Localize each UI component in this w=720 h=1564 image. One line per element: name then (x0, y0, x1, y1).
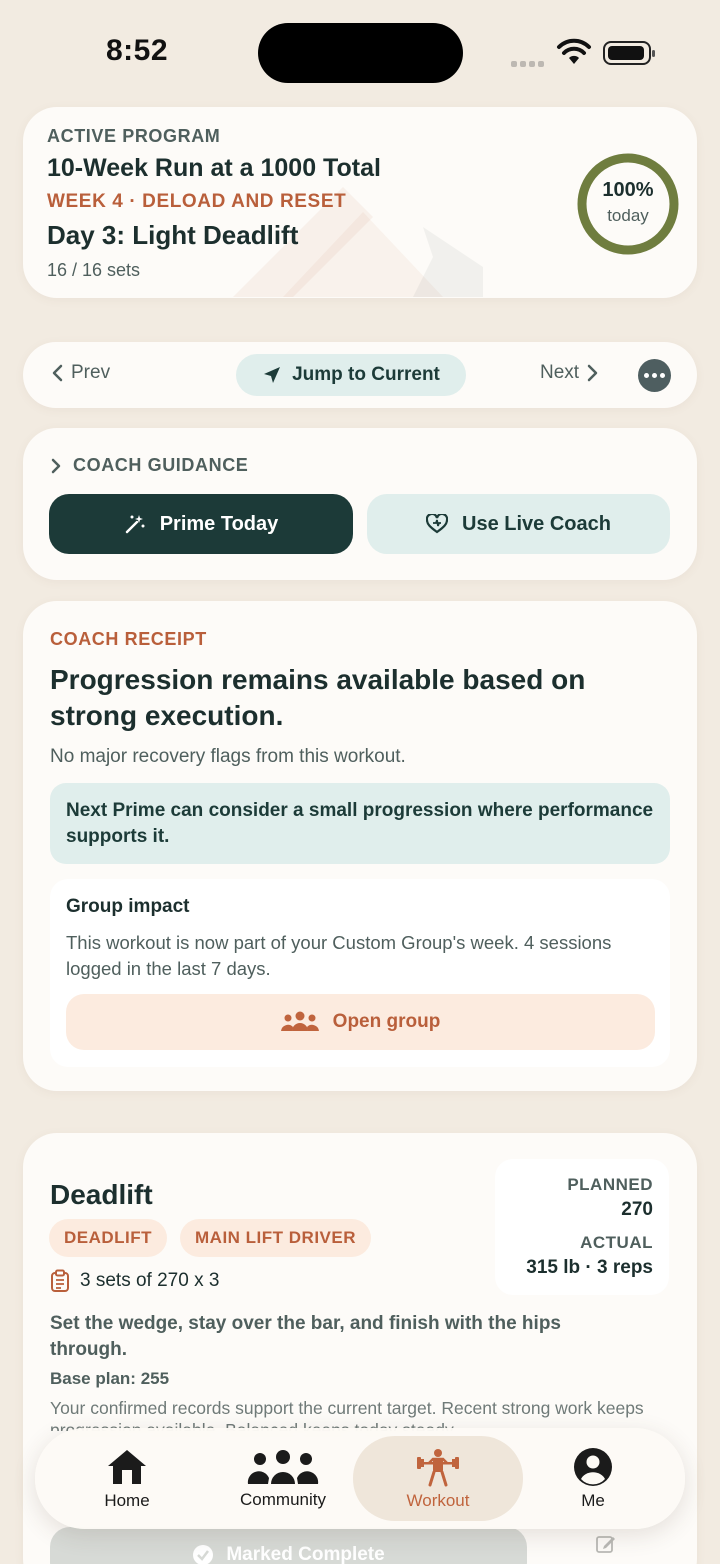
tab-workout[interactable]: Workout (353, 1436, 523, 1521)
exercise-base-plan: Base plan: 255 (50, 1369, 170, 1388)
exercise-cue: Set the wedge, stay over the bar, and fi… (50, 1313, 561, 1360)
marked-complete-button[interactable]: Marked Complete (50, 1527, 527, 1564)
tab-me[interactable]: Me (543, 1436, 643, 1521)
actual-label: ACTUAL (580, 1233, 653, 1252)
active-program-card[interactable]: ACTIVE PROGRAM 10-Week Run at a 1000 Tot… (23, 107, 697, 298)
prev-label: Prev (71, 362, 111, 383)
cellular-signal-icon (511, 54, 547, 72)
coach-guidance-card: COACH GUIDANCE Prime Today Use Live Coac… (23, 428, 697, 580)
prime-today-button[interactable]: Prime Today (49, 494, 353, 554)
profile-icon (574, 1447, 612, 1486)
exercise-sets-text: 3 sets of 270 x 3 (80, 1270, 220, 1291)
use-live-coach-label: Use Live Coach (462, 512, 611, 535)
marked-complete-label: Marked Complete (226, 1544, 385, 1564)
wifi-icon (557, 38, 591, 64)
chevron-right-icon (587, 364, 598, 382)
open-group-button[interactable]: Open group (66, 994, 655, 1050)
progress-percent: 100% (602, 179, 654, 201)
location-arrow-icon (264, 367, 281, 383)
chevron-right-icon (51, 458, 61, 473)
clipboard-list-icon (51, 1269, 69, 1292)
receipt-title: Progression remains available based on s… (50, 664, 586, 731)
actual-value: 315 lb · 3 reps (526, 1257, 653, 1278)
planned-value: 270 (621, 1199, 653, 1220)
prev-button[interactable]: Prev (51, 362, 110, 384)
weightlifter-icon (417, 1448, 459, 1486)
program-week: WEEK 4 · DELOAD AND RESET (47, 191, 347, 212)
program-sets-count: 16 / 16 sets (47, 260, 141, 280)
community-icon (247, 1449, 319, 1484)
dynamic-island (258, 23, 463, 83)
exercise-tag: MAIN LIFT DRIVER (180, 1219, 371, 1257)
more-options-icon[interactable] (638, 359, 671, 392)
tab-home[interactable]: Home (75, 1436, 179, 1521)
program-eyebrow: ACTIVE PROGRAM (47, 126, 221, 146)
exercise-tag: DEADLIFT (49, 1219, 168, 1257)
tab-bar: Home Community Workout Me (35, 1428, 685, 1529)
planned-label: PLANNED (567, 1175, 653, 1194)
tab-community[interactable]: Community (225, 1436, 341, 1521)
receipt-eyebrow: COACH RECEIPT (50, 629, 207, 649)
jump-to-current-button[interactable]: Jump to Current (236, 354, 466, 396)
tab-community-label: Community (240, 1489, 326, 1509)
receipt-subtitle: No major recovery flags from this workou… (50, 746, 406, 767)
tab-home-label: Home (104, 1490, 150, 1510)
check-circle-icon (193, 1545, 214, 1564)
group-impact-title: Group impact (66, 896, 190, 917)
exercise-note: Your confirmed records support the curre… (50, 1398, 644, 1431)
coach-guidance-label: COACH GUIDANCE (73, 455, 249, 475)
battery-icon (603, 41, 655, 65)
next-label: Next (540, 362, 580, 383)
exercise-name: Deadlift (50, 1179, 153, 1210)
progress-ring (577, 153, 679, 255)
status-bar: 8:52 (0, 0, 720, 100)
tab-workout-label: Workout (406, 1490, 470, 1510)
magic-wand-icon (125, 515, 145, 534)
receipt-next-prime-note: Next Prime can consider a small progress… (50, 783, 670, 864)
group-icon (280, 1011, 319, 1031)
home-icon (108, 1449, 146, 1484)
use-live-coach-button[interactable]: Use Live Coach (367, 494, 670, 554)
clock: 8:52 (106, 34, 169, 67)
exercise-sets-row: 3 sets of 270 x 3 (50, 1269, 219, 1293)
program-day: Day 3: Light Deadlift (47, 220, 299, 250)
heart-pulse-icon (426, 514, 449, 534)
jump-label: Jump to Current (292, 364, 440, 385)
edit-icon[interactable] (595, 1533, 617, 1555)
planned-actual-panel: PLANNED 270 ACTUAL 315 lb · 3 reps (495, 1159, 669, 1295)
prime-today-label: Prime Today (159, 512, 279, 535)
chevron-left-icon (52, 364, 63, 382)
progress-subtitle: today (607, 206, 649, 225)
coach-guidance-toggle[interactable]: COACH GUIDANCE (51, 455, 248, 476)
tab-me-label: Me (581, 1490, 605, 1510)
workout-navigation-bar: Prev Jump to Current Next (23, 342, 697, 408)
group-impact-text: This workout is now part of your Custom … (66, 932, 612, 979)
coach-receipt-card: COACH RECEIPT Progression remains availa… (23, 601, 697, 1091)
next-button[interactable]: Next (540, 362, 599, 384)
program-title: 10-Week Run at a 1000 Total (47, 154, 381, 182)
open-group-label: Open group (332, 1011, 441, 1032)
group-impact-panel: Group impact This workout is now part of… (50, 879, 670, 1067)
